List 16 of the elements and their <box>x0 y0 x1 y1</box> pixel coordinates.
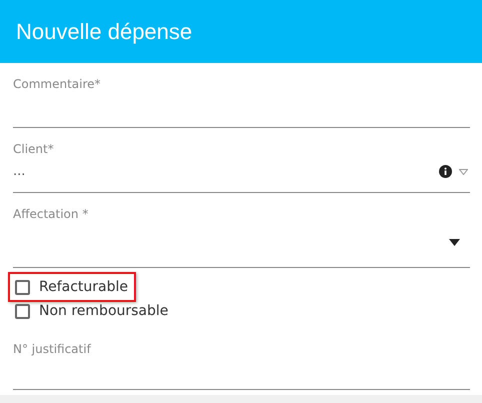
input-field[interactable]: Client* ... <box>13 140 470 193</box>
checkbox[interactable] <box>15 280 30 294</box>
field-label: Affectation * <box>13 207 90 221</box>
checkbox-label: Non remboursable <box>39 303 168 319</box>
window-title: Nouvelle dépense <box>16 18 192 44</box>
field-value: ... <box>13 164 26 179</box>
field-label: Commentaire* <box>13 77 102 91</box>
input-field[interactable]: Affectation * <box>13 205 470 268</box>
checkbox[interactable] <box>15 304 30 318</box>
input-field[interactable]: N° justificatif <box>13 340 470 390</box>
info-icon[interactable] <box>439 165 452 178</box>
checkbox-label: Refacturable <box>39 279 128 295</box>
input-field[interactable]: Commentaire* <box>13 75 470 128</box>
dropdown-arrow-icon[interactable] <box>449 239 460 246</box>
field-label: Client* <box>13 142 55 156</box>
field-label: N° justificatif <box>13 342 92 356</box>
